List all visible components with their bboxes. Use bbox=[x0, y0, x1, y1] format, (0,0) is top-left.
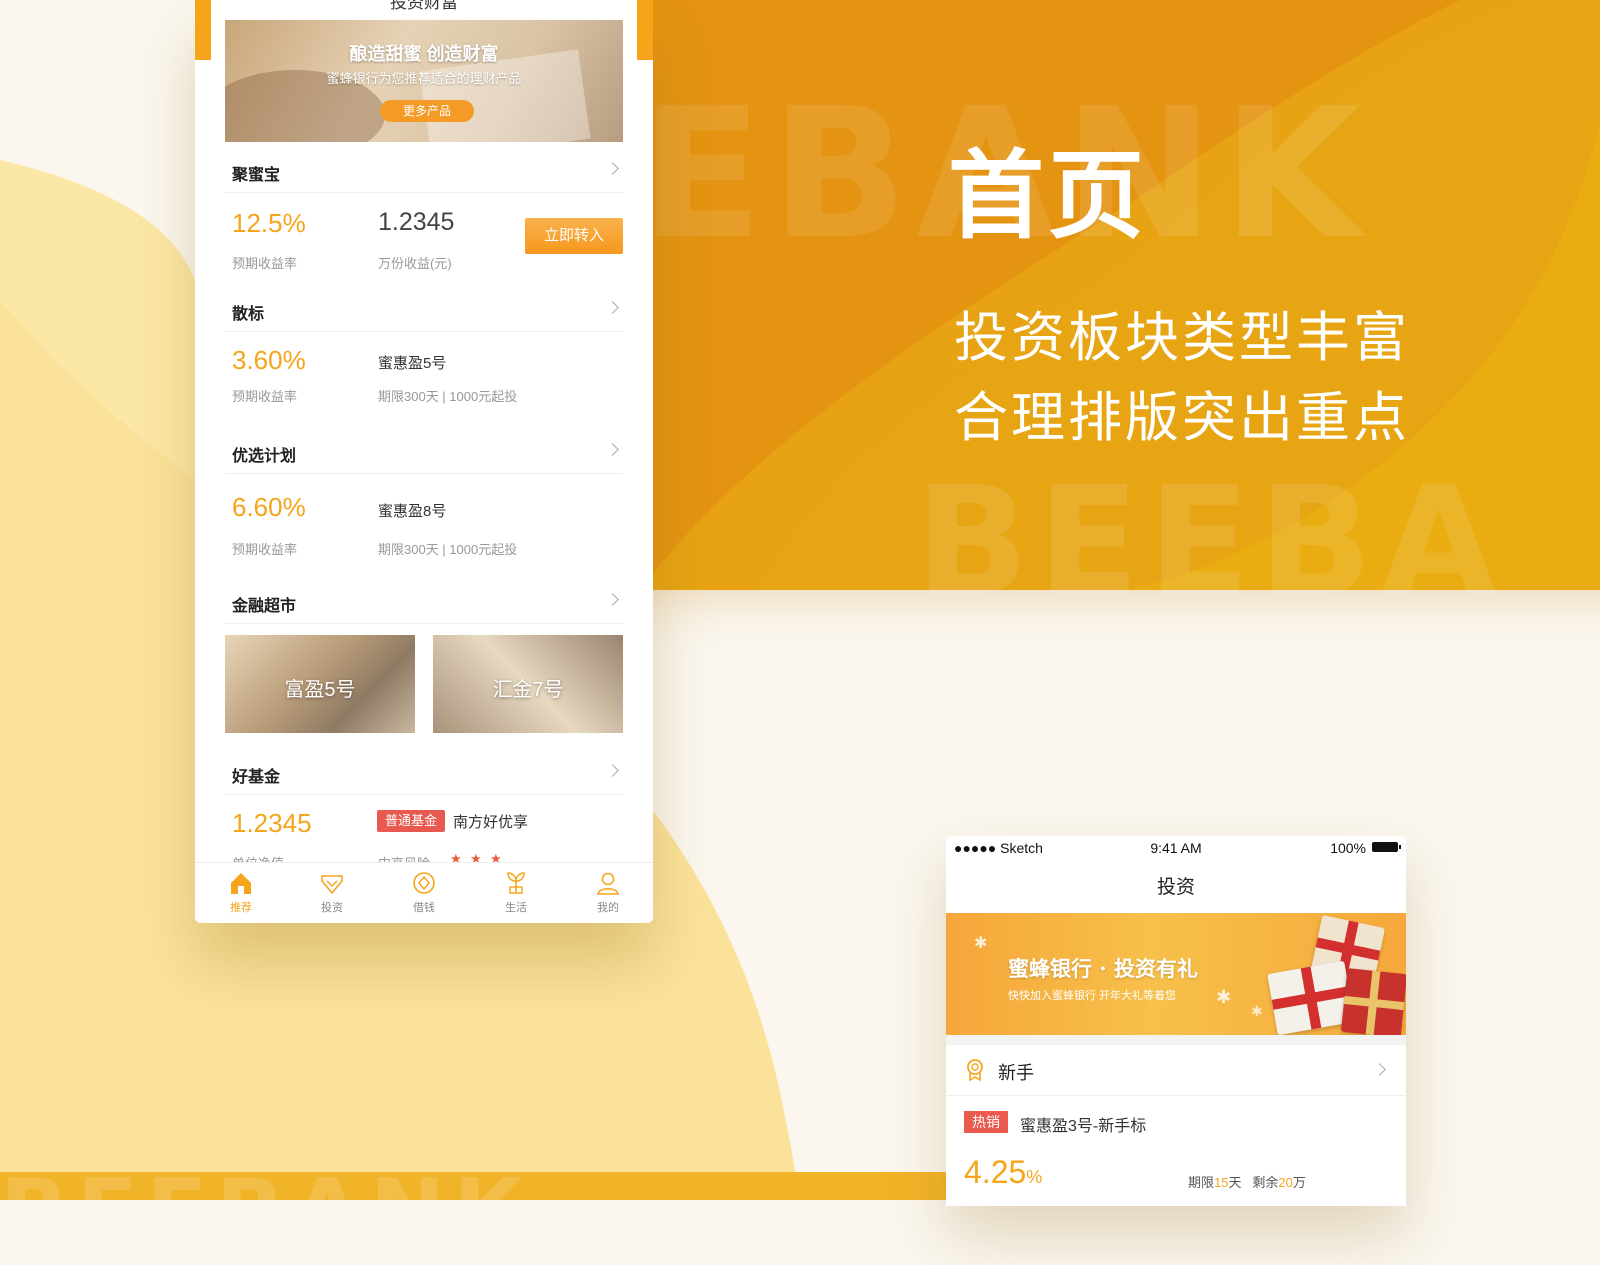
jumibao-income: 1.2345 bbox=[378, 208, 455, 236]
gift-banner-title: 蜜蜂银行 · 投资有礼 bbox=[1008, 956, 1198, 981]
tab-life[interactable]: 生活 bbox=[486, 869, 546, 915]
tab-label: 推荐 bbox=[230, 902, 252, 914]
page-title: 投资 bbox=[1156, 877, 1195, 898]
section-header-newbie[interactable]: 新手 bbox=[946, 1045, 1406, 1096]
section-header-fund[interactable]: 好基金 bbox=[225, 748, 623, 795]
section-title: 好基金 bbox=[232, 769, 281, 786]
tab-recommend[interactable]: 推荐 bbox=[211, 869, 271, 915]
separator bbox=[946, 1035, 1406, 1045]
battery-percent: 100% bbox=[1330, 840, 1366, 856]
section-header-youxuan[interactable]: 优选计划 bbox=[225, 427, 623, 474]
market-tile-2[interactable]: 汇金7号 bbox=[433, 635, 623, 733]
hero-subtitle: 投资板块类型丰富 合理排版突出重点 bbox=[954, 298, 1410, 458]
sanbiao-product-name[interactable]: 蜜惠盈5号 bbox=[378, 352, 446, 373]
home-icon bbox=[231, 873, 251, 894]
hero-line-2: 合理排版突出重点 bbox=[954, 386, 1410, 449]
chevron-right-icon bbox=[606, 162, 619, 175]
chevron-right-icon bbox=[606, 301, 619, 314]
youxuan-product-name[interactable]: 蜜惠盈8号 bbox=[378, 500, 446, 521]
jumibao-rate-label: 预期收益率 bbox=[232, 256, 298, 271]
transfer-in-button[interactable]: 立即转入 bbox=[525, 218, 623, 254]
section-title: 金融超市 bbox=[232, 598, 297, 615]
sanbiao-rate-label: 预期收益率 bbox=[232, 389, 298, 404]
user-icon bbox=[597, 872, 619, 895]
chevron-right-icon bbox=[606, 764, 619, 777]
hot-sale-badge: 热销 bbox=[964, 1111, 1008, 1133]
sanbiao-product-desc: 期限300天 | 1000元起投 bbox=[378, 389, 518, 404]
chevron-right-icon bbox=[606, 593, 619, 606]
medal-icon bbox=[967, 1059, 983, 1082]
diamond-icon bbox=[321, 875, 343, 895]
newbie-meta: 期限15天 剩余20万 bbox=[1188, 1172, 1306, 1191]
newbie-rate-unit: % bbox=[1026, 1167, 1043, 1187]
market-tile-label: 汇金7号 bbox=[492, 679, 564, 701]
fund-nav: 1.2345 bbox=[232, 808, 312, 838]
jumibao-rate: 12.5% bbox=[232, 208, 306, 238]
market-tile-label: 富盈5号 bbox=[284, 679, 356, 701]
coin-icon bbox=[413, 872, 435, 894]
tab-borrow[interactable]: 借钱 bbox=[394, 869, 454, 915]
battery-icon bbox=[1372, 842, 1401, 852]
phone-recommend-screen: 投资财富 酿造甜蜜 创造财富 蜜蜂银行为您推荐适合的理财产品 更多产品 聚蜜宝 … bbox=[195, 0, 653, 923]
promo-banner[interactable]: 酿造甜蜜 创造财富 蜜蜂银行为您推荐适合的理财产品 更多产品 bbox=[225, 20, 623, 142]
section-header-market[interactable]: 金融超市 bbox=[225, 577, 623, 624]
tab-label: 借钱 bbox=[413, 902, 435, 914]
fund-name[interactable]: 南方好优享 bbox=[453, 811, 528, 832]
hero-title: 首页 bbox=[948, 140, 1148, 252]
section-header-jumibao[interactable]: 聚蜜宝 bbox=[225, 146, 623, 193]
hero-line-1: 投资板块类型丰富 bbox=[954, 306, 1410, 369]
jumibao-income-label: 万份收益(元) bbox=[378, 256, 452, 271]
section-header-sanbiao[interactable]: 散标 bbox=[225, 285, 623, 332]
gift-box-icon bbox=[1340, 968, 1406, 1035]
tab-bar: 推荐 投资 借钱 生活 我的 bbox=[195, 862, 653, 923]
newbie-rate-value: 4.25 bbox=[964, 1154, 1027, 1190]
gift-banner[interactable]: 蜜蜂银行 · 投资有礼 快快加入蜜蜂银行 开年大礼等着您 ✱ ✱ ✱ bbox=[946, 913, 1406, 1035]
section-title: 优选计划 bbox=[232, 448, 297, 465]
youxuan-product-desc: 期限300天 | 1000元起投 bbox=[378, 542, 518, 557]
term-prefix: 期限 bbox=[1188, 1175, 1215, 1190]
phone-invest-screen: ●●●●● Sketch 9:41 AM 100% 投资 蜜蜂银行 · 投资有礼… bbox=[946, 836, 1406, 1206]
term-value: 15 bbox=[1214, 1175, 1229, 1190]
remain-unit: 万 bbox=[1292, 1175, 1306, 1190]
remain-value: 20 bbox=[1278, 1175, 1293, 1190]
fund-type-tag: 普通基金 bbox=[377, 810, 445, 832]
newbie-product-name[interactable]: 蜜惠盈3号-新手标 bbox=[1020, 1112, 1146, 1136]
snowflake-icon: ✱ bbox=[1251, 1003, 1263, 1019]
snowflake-icon: ✱ bbox=[974, 935, 988, 952]
youxuan-rate-label: 预期收益率 bbox=[232, 542, 298, 557]
tab-invest[interactable]: 投资 bbox=[302, 869, 362, 915]
snowflake-icon: ✱ bbox=[1216, 987, 1232, 1007]
tab-label: 投资 bbox=[321, 902, 343, 914]
remain-prefix: 剩余 bbox=[1252, 1175, 1279, 1190]
market-tile-1[interactable]: 富盈5号 bbox=[225, 635, 415, 733]
section-title: 新手 bbox=[998, 1063, 1034, 1083]
tab-label: 生活 bbox=[505, 902, 527, 914]
watermark-bottom: BEEBANK bbox=[0, 1160, 531, 1265]
chevron-right-icon bbox=[606, 443, 619, 456]
term-unit: 天 bbox=[1228, 1175, 1242, 1190]
gift-banner-subtitle: 快快加入蜜蜂银行 开年大礼等着您 bbox=[1008, 990, 1177, 1002]
tab-mine[interactable]: 我的 bbox=[578, 869, 638, 915]
nav-title: 投资财富 bbox=[390, 0, 458, 12]
chevron-right-icon bbox=[1373, 1063, 1386, 1076]
more-products-button[interactable]: 更多产品 bbox=[380, 100, 474, 122]
watermark-beeba: BEEBA bbox=[915, 455, 1505, 629]
banner-subtitle: 蜜蜂银行为您推荐适合的理财产品 bbox=[326, 71, 522, 86]
sprout-icon bbox=[507, 872, 525, 894]
section-title: 散标 bbox=[232, 306, 265, 323]
newbie-rate: 4.25% bbox=[964, 1154, 1042, 1191]
section-title: 聚蜜宝 bbox=[232, 167, 281, 184]
banner-title: 酿造甜蜜 创造财富 bbox=[349, 44, 499, 64]
status-bar: ●●●●● Sketch 9:41 AM 100% bbox=[946, 836, 1406, 860]
sanbiao-rate: 3.60% bbox=[232, 345, 306, 375]
tab-label: 我的 bbox=[597, 902, 619, 914]
youxuan-rate: 6.60% bbox=[232, 492, 306, 522]
